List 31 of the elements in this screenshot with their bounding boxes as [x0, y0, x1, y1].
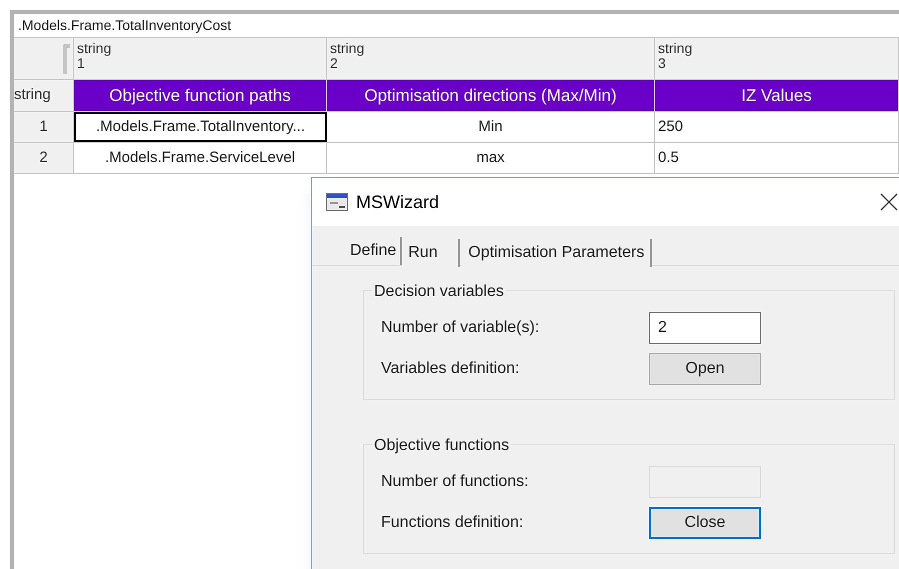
field-label: Number of variable(s): [381, 318, 540, 338]
column-header[interactable]: Objective function paths [74, 80, 327, 111]
table-cell[interactable]: .Models.Frame.TotalInventory... [74, 112, 327, 142]
column-index: 2 [330, 56, 338, 71]
field-label: Functions definition: [381, 512, 524, 532]
tab[interactable]: Run [402, 239, 460, 267]
dialog-button[interactable]: Close [649, 506, 761, 538]
table-cell[interactable]: Min [327, 112, 655, 142]
table-cell[interactable]: 0.5 [655, 143, 899, 173]
column-header[interactable]: IZ Values [655, 80, 899, 111]
row-header-label: string [14, 80, 74, 111]
field-label: Number of functions: [381, 472, 530, 492]
splitter-icon[interactable] [63, 44, 71, 74]
row-number: 1 [14, 112, 74, 142]
window-icon [326, 193, 348, 211]
table-cell[interactable]: max [327, 143, 655, 173]
close-icon[interactable] [880, 193, 898, 211]
column-type: string [658, 41, 694, 56]
tab[interactable]: Optimisation Parameters [462, 239, 652, 267]
column-header[interactable]: Optimisation directions (Max/Min) [327, 80, 655, 111]
column-index: 1 [77, 56, 85, 71]
dialog-title: MSWizard [356, 190, 440, 214]
field-label: Variables definition: [381, 358, 520, 378]
column-type: string [77, 41, 112, 56]
table-cell[interactable]: .Models.Frame.ServiceLevel [74, 143, 327, 173]
row-number: 2 [14, 143, 74, 173]
input-field[interactable]: 2 [649, 312, 761, 344]
dialog-button[interactable]: Open [649, 352, 761, 384]
column-index: 3 [658, 56, 666, 71]
table-cell[interactable]: 250 [655, 112, 899, 142]
column-type: string [330, 41, 366, 56]
